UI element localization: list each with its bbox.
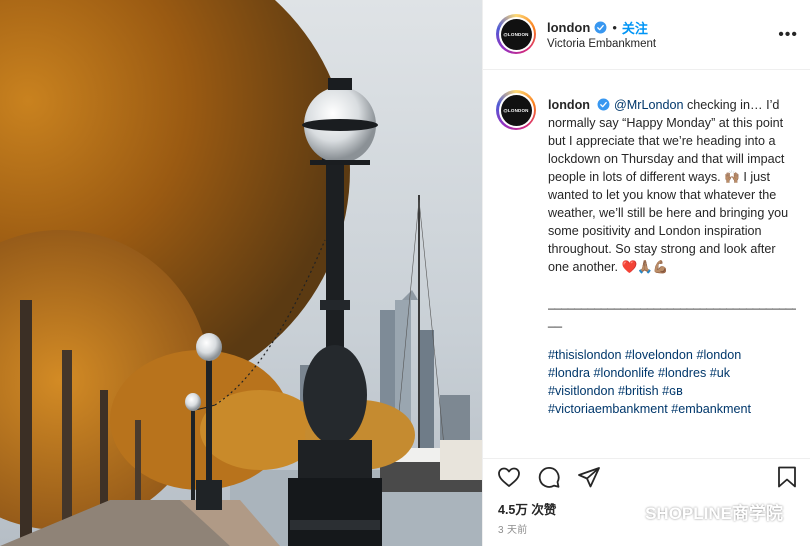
separator-dot: • (612, 20, 617, 35)
location-link[interactable]: Victoria Embankment (547, 38, 656, 50)
hashtag[interactable]: #londres (658, 366, 706, 380)
post-photo[interactable] (0, 0, 482, 546)
wechat-icon (613, 501, 639, 522)
hashtag[interactable]: #london (696, 348, 741, 362)
post-sidebar: @LONDON london • 关注 Victoria Embankment … (482, 0, 810, 546)
heart-icon[interactable] (497, 465, 521, 489)
share-icon[interactable] (577, 465, 601, 489)
hashtag-list: #thisislondon #lovelondon #london #londr… (548, 346, 796, 418)
hashtag[interactable]: #victoriaembankment (548, 402, 668, 416)
avatar-logo: @LONDON (500, 18, 532, 50)
comment-icon[interactable] (537, 465, 561, 489)
more-options-icon[interactable]: ••• (778, 26, 798, 44)
post-timestamp[interactable]: 3 天前 (498, 521, 528, 536)
caption-divider-tail: __ (548, 314, 563, 328)
caption-username[interactable]: london (548, 98, 590, 112)
mention-link[interactable]: @MrLondon (614, 98, 684, 112)
verified-badge-icon (594, 21, 607, 34)
hashtag[interactable]: #visitlondon (548, 384, 615, 398)
caption-avatar[interactable]: @LONDON (496, 90, 536, 130)
hashtag[interactable]: #embankment (671, 402, 751, 416)
watermark-text: SHOPLINE商学院 (645, 504, 783, 523)
follow-button[interactable]: 关注 (622, 18, 648, 37)
bookmark-icon[interactable] (775, 465, 799, 489)
caption-divider: _______________________________________ (548, 296, 796, 310)
post-actions: 4.5万 次赞 3 天前 SHOPLINE商学院 (483, 458, 810, 546)
hashtag[interactable]: #british (618, 384, 659, 398)
header-username[interactable]: london (547, 20, 590, 35)
hashtag[interactable]: #uk (710, 366, 730, 380)
caption-section: @LONDON london @MrLondon checking in… I’… (483, 70, 810, 458)
avatar-logo: @LONDON (500, 94, 532, 126)
hashtag[interactable]: #londra (548, 366, 590, 380)
heart-pray-muscle-emoji: ❤️🙏🏽💪🏽 (621, 259, 669, 274)
hashtag[interactable]: #thisislondon (548, 348, 622, 362)
likes-number: 4.5万 (498, 503, 528, 517)
profile-avatar[interactable]: @LONDON (496, 14, 536, 54)
likes-count[interactable]: 4.5万 次赞 (498, 499, 556, 518)
verified-badge-icon (598, 98, 610, 111)
action-icon-row (497, 465, 601, 489)
hashtag[interactable]: #lovelondon (625, 348, 693, 362)
caption-text: london @MrLondon checking in… I’d normal… (548, 96, 796, 418)
hashtag[interactable]: #ɢʙ (662, 384, 683, 398)
post-header: @LONDON london • 关注 Victoria Embankment … (483, 0, 810, 70)
watermark: SHOPLINE商学院 (613, 499, 783, 524)
post-image (0, 0, 482, 546)
raised-hands-emoji: 🙌🏽 (724, 169, 740, 184)
hashtag[interactable]: #londonlife (594, 366, 655, 380)
likes-label: 次赞 (531, 503, 557, 517)
header-username-row: london • 关注 (547, 18, 648, 37)
